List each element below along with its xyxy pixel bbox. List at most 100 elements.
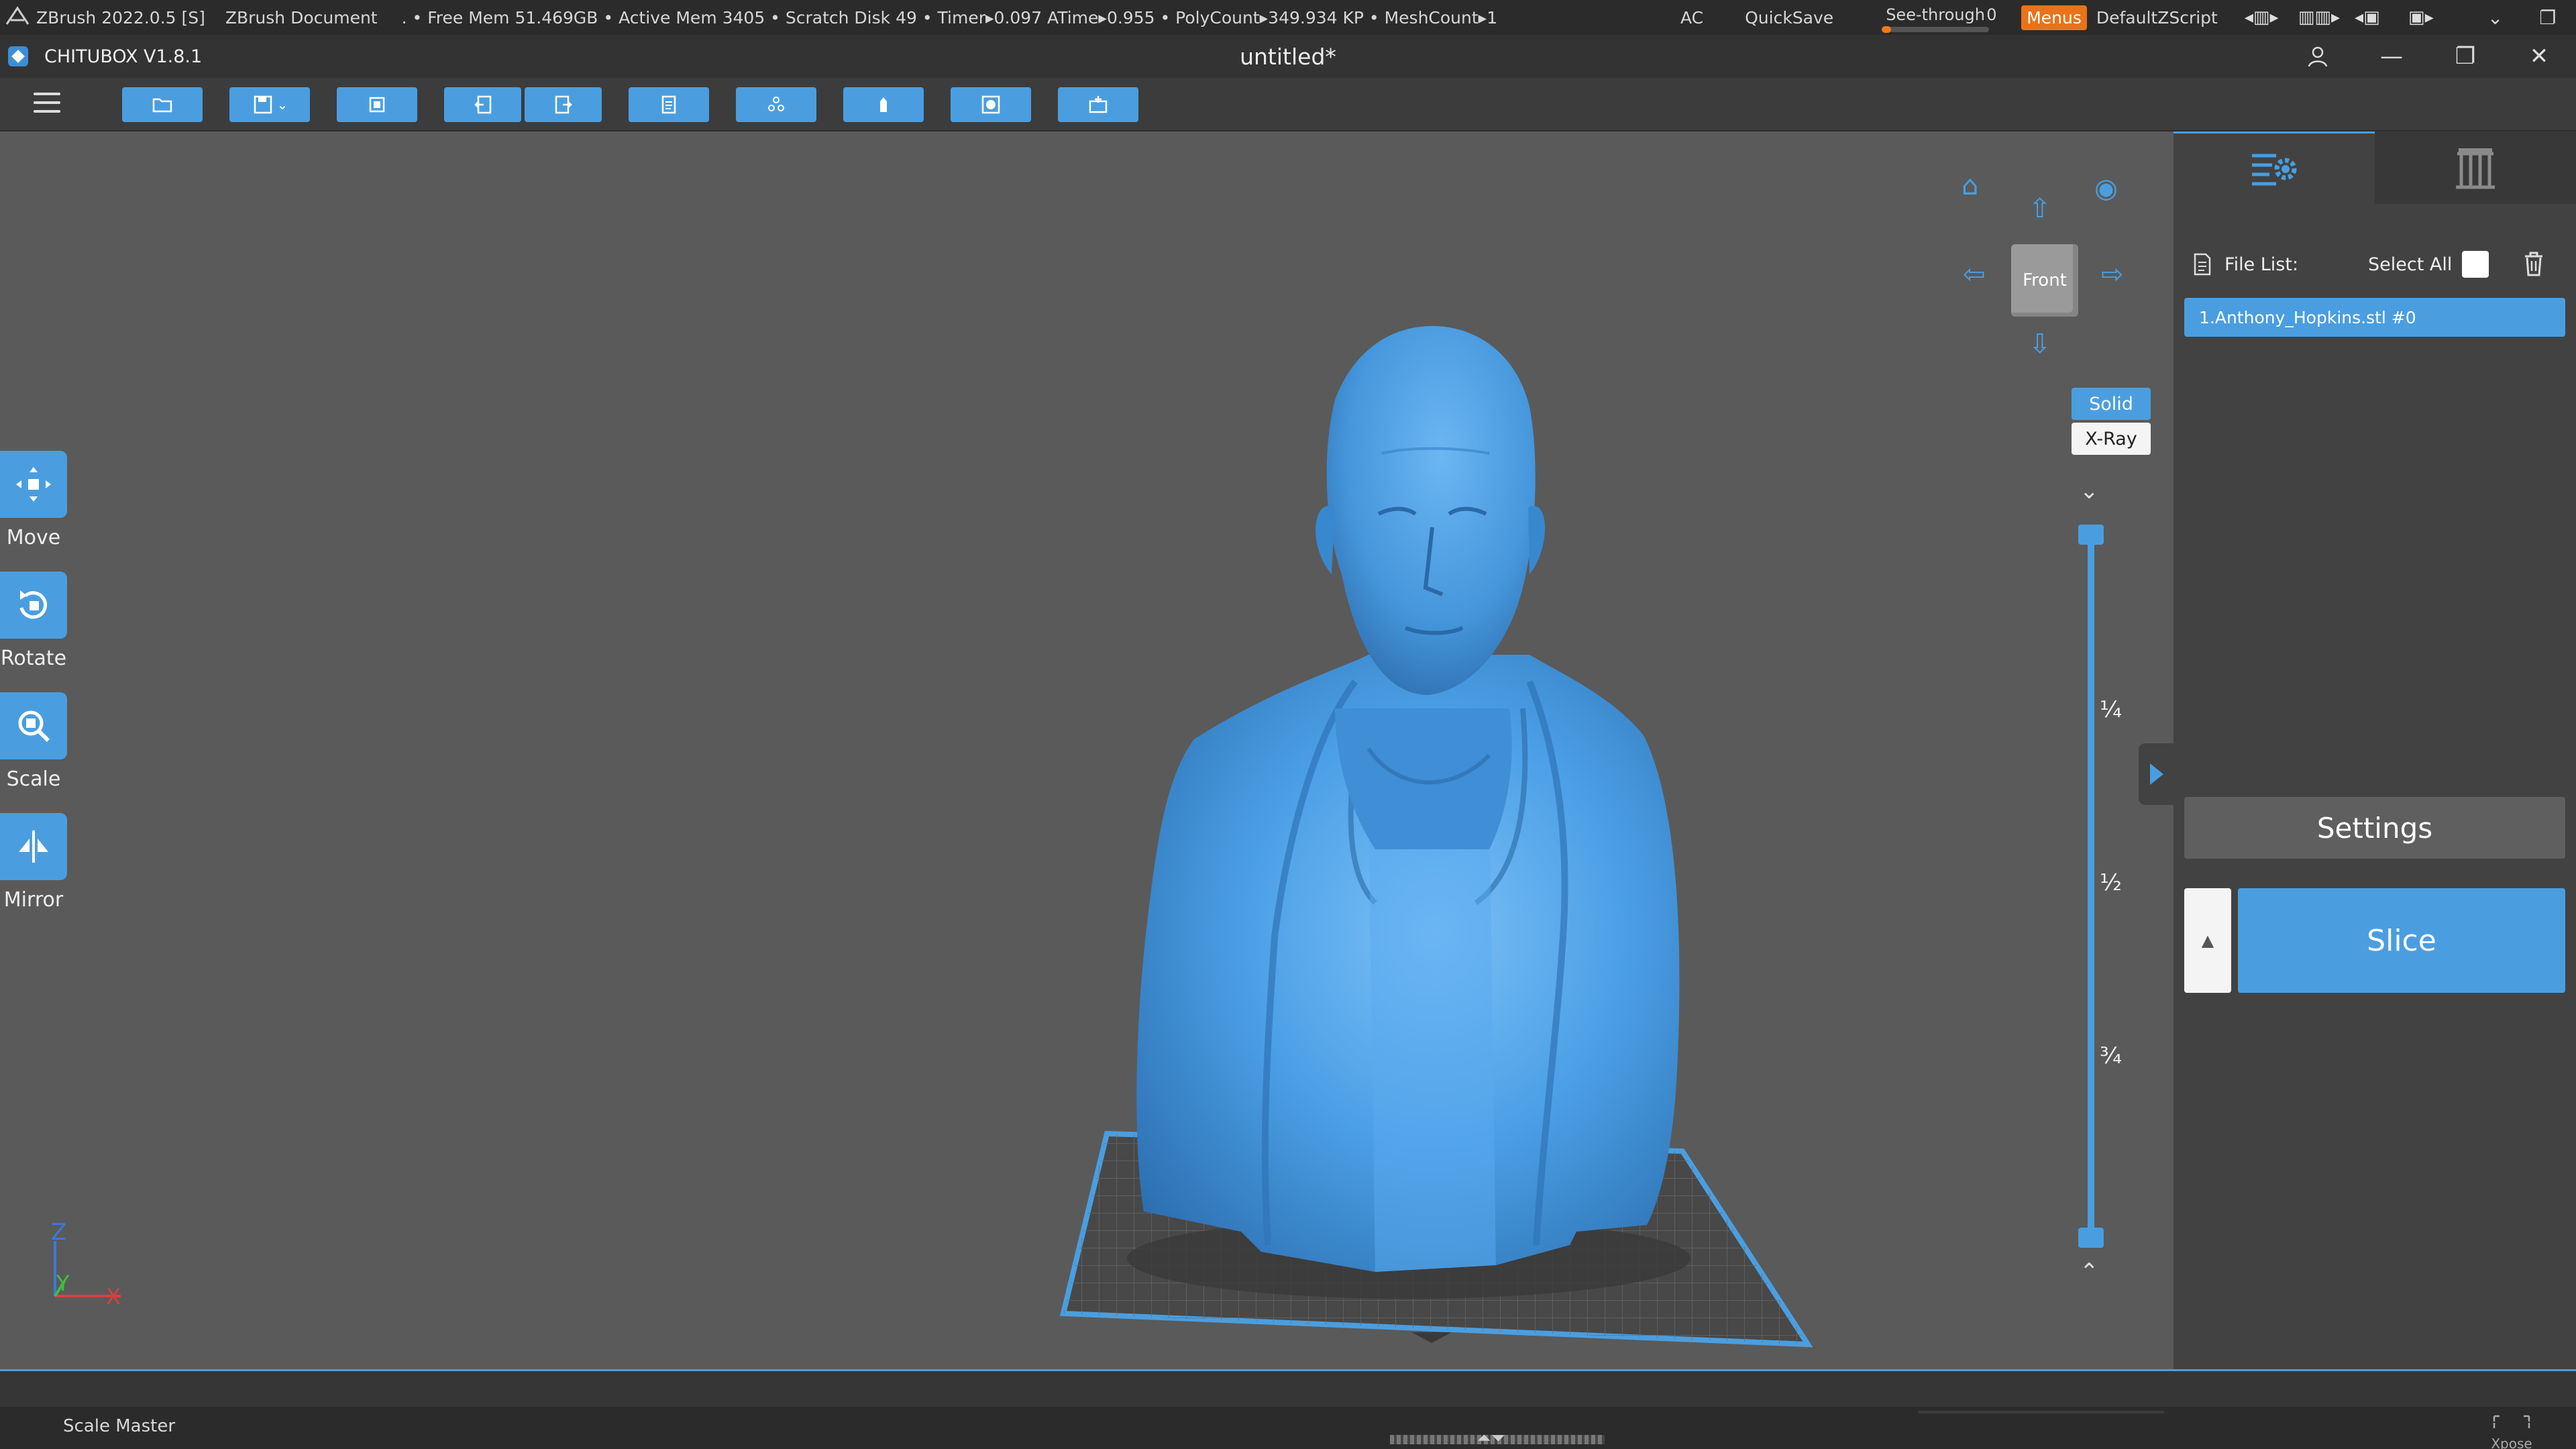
tab-settings[interactable] [2174, 131, 2375, 204]
rotate-tool[interactable]: Rotate [0, 572, 67, 670]
rotate-icon [19, 590, 47, 619]
mirror-icon [19, 830, 48, 863]
scale-tool[interactable]: Scale [0, 692, 67, 791]
see-through-slider[interactable]: See-through 0 [1874, 4, 2001, 33]
view-cube[interactable]: Front [2011, 244, 2078, 317]
ac-button[interactable]: AC [1680, 8, 1703, 28]
eye-view-icon[interactable]: ◉ [2094, 173, 2118, 204]
xpose-button[interactable]: Xpose [2490, 1412, 2533, 1449]
hollow-button[interactable] [843, 87, 924, 122]
slider-up-chevron-icon[interactable]: ⌃ [2080, 1258, 2099, 1285]
settings-button[interactable]: Settings [2184, 797, 2565, 859]
plate-icon [1089, 96, 1108, 113]
tab-supports[interactable] [2375, 131, 2576, 204]
collapse-panel-tab[interactable] [2139, 743, 2174, 805]
close-icon[interactable]: ✕ [2502, 35, 2576, 78]
layer-slider-top-knob[interactable] [2078, 525, 2104, 545]
layout-left-icon[interactable]: ◂▥▸ [2245, 7, 2279, 28]
bottom-view-arrow-icon[interactable]: ⇩ [2029, 329, 2051, 360]
layer-slider-bottom-knob[interactable] [2078, 1228, 2104, 1248]
scale-icon [18, 710, 50, 743]
copy-button[interactable] [629, 87, 709, 122]
scale-master-label[interactable]: Scale Master [63, 1416, 175, 1436]
zbrush-document-title: ZBrush Document [225, 7, 378, 28]
bust-model[interactable] [1136, 326, 1680, 1272]
caret-up-icon: ▲ [2201, 931, 2214, 950]
document-title: untitled* [1240, 43, 1336, 70]
save-icon [254, 95, 272, 114]
axis-y-label: Y [56, 1271, 70, 1296]
zbrush-restore-icon[interactable]: ❐ [2539, 7, 2556, 29]
scene-canvas [1059, 326, 1813, 1348]
trash-icon[interactable] [2521, 250, 2546, 278]
xray-mode-button[interactable]: X-Ray [2072, 423, 2151, 455]
move-tool[interactable]: Move [0, 451, 67, 549]
file-list-header: File List: Select All [2192, 250, 2568, 279]
file-list-item[interactable]: 1.Anthony_Hopkins.stl #0 [2184, 298, 2565, 337]
settings-list-icon [2252, 154, 2297, 185]
3d-viewport[interactable]: Move Rotate Scale Mirror ⌂ ⇧ ◉ ⇦ ⇨ ⇩ Fro… [0, 131, 2174, 1369]
axis-gizmo: Z Y X [51, 1221, 121, 1308]
menus-button[interactable]: Menus [2021, 5, 2087, 30]
slider-mark-three-quarter: ¾ [2100, 1042, 2122, 1069]
add-plate-button[interactable] [1058, 87, 1138, 122]
home-view-icon[interactable]: ⌂ [1962, 170, 1978, 201]
chevron-down-icon[interactable]: ⌄ [277, 97, 288, 113]
redo-icon [555, 95, 572, 114]
mirror-tool[interactable]: Mirror [0, 813, 67, 912]
see-through-label: See-through [1886, 5, 1985, 24]
right-panel: File List: Select All 1.Anthony_Hopkins.… [2139, 131, 2576, 1369]
axis-x-label: X [106, 1284, 121, 1308]
rotate-tool-box [0, 572, 67, 639]
zbrush-minimize-icon[interactable]: ⌄ [2487, 7, 2503, 29]
user-icon[interactable] [2281, 35, 2355, 78]
layer-slider-track[interactable] [2088, 534, 2094, 1236]
window-right-icon[interactable]: ▣▸ [2406, 7, 2436, 28]
scale-tool-label: Scale [6, 767, 61, 791]
xpose-label: Xpose [2491, 1436, 2532, 1449]
layout-right-icon[interactable]: ▥▥▸ [2298, 7, 2340, 28]
support-button[interactable] [736, 87, 816, 122]
open-file-button[interactable] [122, 87, 203, 122]
auto-layout-button[interactable] [337, 87, 417, 122]
zbrush-top-bar: ZBrush 2022.0.5 [S] ZBrush Document . • … [0, 0, 2576, 35]
minimize-icon[interactable]: — [2355, 35, 2428, 78]
save-button[interactable]: ⌄ [229, 87, 310, 122]
solid-mode-button[interactable]: Solid [2072, 388, 2151, 420]
move-icon [16, 467, 51, 502]
zbrush-app-title: ZBrush 2022.0.5 [S] [36, 7, 205, 28]
select-all-checkbox[interactable] [2462, 251, 2489, 278]
mirror-tool-box [0, 813, 67, 880]
auto-layout-icon [369, 97, 385, 113]
xpose-icon [2493, 1415, 2530, 1428]
undo-icon [474, 95, 491, 114]
see-through-fill [1882, 26, 1892, 33]
default-zscript-button[interactable]: DefaultZScript [2096, 8, 2218, 28]
support-icon [768, 97, 784, 111]
status-bar [0, 1369, 2576, 1407]
window-left-icon[interactable]: ◂▣ [2352, 7, 2383, 28]
folder-icon [152, 98, 172, 113]
redo-button[interactable] [525, 87, 602, 122]
undo-button[interactable] [444, 87, 521, 122]
bottom-divider [1919, 1411, 2164, 1413]
window-controls: — ❐ ✕ [2281, 35, 2576, 78]
app-name: CHITUBOX V1.8.1 [44, 46, 203, 67]
zbrush-window-controls: ⌄ ❐ ✕ [2487, 7, 2576, 29]
right-panel-tabs [2174, 131, 2576, 204]
right-view-arrow-icon[interactable]: ⇨ [2101, 259, 2124, 290]
copy-icon [661, 95, 676, 114]
select-all-label: Select All [2368, 254, 2453, 275]
quicksave-button[interactable]: QuickSave [1745, 8, 1833, 28]
slider-mark-half: ½ [2100, 869, 2122, 896]
slider-down-chevron-icon[interactable]: ⌄ [2080, 478, 2099, 504]
top-view-arrow-icon[interactable]: ⇧ [2029, 193, 2051, 224]
slice-options-toggle[interactable]: ▲ [2184, 888, 2231, 993]
left-view-arrow-icon[interactable]: ⇦ [1963, 259, 1986, 290]
expand-shelf-icon[interactable]: ⏶⏷ [1477, 1428, 1505, 1449]
slice-button[interactable]: Slice [2238, 888, 2565, 993]
menu-icon[interactable] [34, 93, 60, 117]
dig-hole-button[interactable] [951, 87, 1031, 122]
maximize-icon[interactable]: ❐ [2428, 35, 2502, 78]
file-list-label: File List: [2224, 254, 2299, 275]
